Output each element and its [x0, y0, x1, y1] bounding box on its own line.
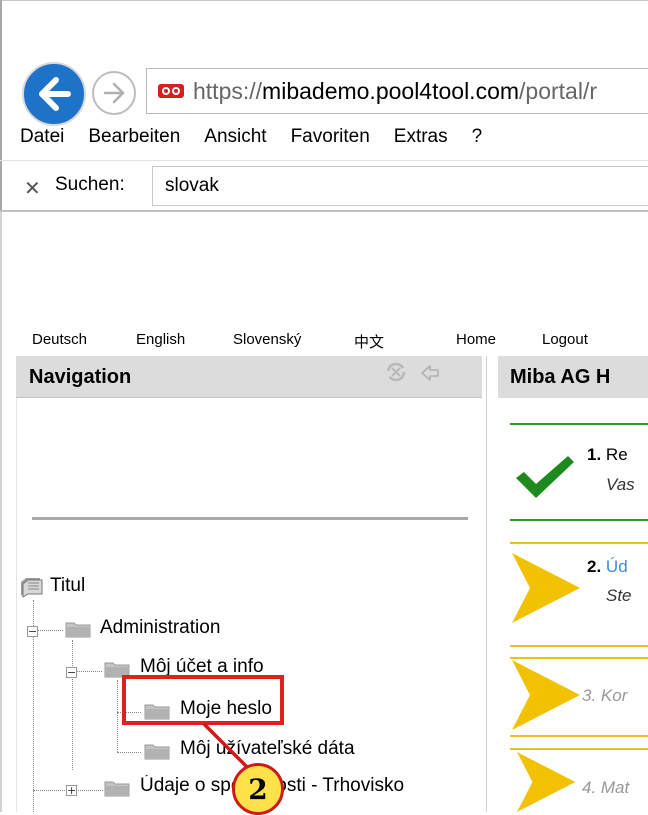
find-label: Suchen: — [55, 174, 125, 195]
collapse-arrow-icon[interactable] — [421, 365, 439, 381]
folder-icon — [144, 744, 170, 760]
navigation-search-area — [17, 410, 482, 520]
page-left-edge — [0, 212, 2, 812]
collapse-toggle-account[interactable]: − — [66, 667, 77, 678]
home-link[interactable]: Home — [456, 331, 496, 348]
menu-help[interactable]: ? — [472, 126, 483, 156]
url-host: mibademo.pool4tool.com — [262, 77, 520, 104]
certificate-error-icon — [158, 84, 184, 98]
collapse-toggle-administration[interactable]: − — [27, 626, 38, 637]
menu-favoriten[interactable]: Favoriten — [291, 126, 370, 156]
step-separator — [510, 519, 648, 521]
close-find-icon[interactable]: ✕ — [24, 176, 41, 201]
step-2-label[interactable]: Úd — [606, 557, 628, 576]
panel-divider — [486, 356, 487, 812]
logout-link[interactable]: Logout — [542, 331, 588, 348]
tree-connector — [117, 752, 141, 753]
find-input[interactable]: slovak — [152, 166, 648, 206]
folder-icon — [104, 781, 130, 797]
arrow-step-icon — [512, 660, 580, 730]
navigation-separator — [32, 517, 468, 520]
arrow-left-icon — [39, 77, 71, 111]
step-2-number: 2. — [587, 557, 602, 576]
step-separator — [510, 657, 648, 659]
arrow-step-icon — [512, 553, 580, 623]
step-4-label[interactable]: 4. Mat — [582, 778, 629, 798]
back-button[interactable] — [22, 62, 86, 126]
window-top-edge — [0, 0, 648, 1]
url-scheme: https:// — [193, 77, 263, 104]
lang-chinese-link[interactable]: 中文 — [354, 331, 384, 352]
tree-connector — [117, 680, 118, 752]
tree-item-administration[interactable]: Administration — [100, 617, 220, 639]
step-separator — [510, 735, 648, 737]
menu-datei[interactable]: Datei — [20, 126, 64, 156]
menu-ansicht[interactable]: Ansicht — [204, 126, 266, 156]
expand-toggle-company[interactable]: + — [66, 785, 77, 796]
step-1-subtitle: Vas — [606, 475, 635, 494]
step-3-label[interactable]: 3. Kor — [582, 686, 627, 706]
lang-slovensky-link[interactable]: Slovenský — [233, 331, 301, 348]
lang-english-link[interactable]: English — [136, 331, 185, 348]
open-book-folder-icon — [21, 578, 43, 598]
navigation-header-icons — [384, 360, 444, 391]
navigation-title: Navigation — [29, 366, 132, 388]
url-path: /portal/r — [519, 77, 598, 104]
tree-connector — [72, 640, 73, 770]
menu-bar: Datei Bearbeiten Ansicht Favoriten Extra… — [20, 126, 506, 156]
window-left-edge — [0, 0, 2, 212]
chrome-bottom-border — [0, 210, 648, 212]
step-1-label[interactable]: Re — [606, 445, 628, 464]
forward-button[interactable] — [92, 71, 136, 115]
step-separator — [510, 423, 648, 425]
menu-bearbeiten[interactable]: Bearbeiten — [88, 126, 180, 156]
content-title: Miba AG H — [510, 366, 611, 388]
arrow-step-icon — [517, 752, 576, 812]
address-bar[interactable]: https://mibademo.pool4tool.com/portal/r — [146, 68, 648, 114]
step-1-number: 1. — [587, 445, 602, 464]
folder-icon — [65, 622, 91, 638]
tree-item-root[interactable]: Titul — [50, 575, 85, 597]
menu-separator — [0, 160, 648, 161]
step-2-subtitle: Ste — [606, 586, 632, 605]
step-separator — [510, 748, 648, 750]
refresh-icon[interactable] — [386, 362, 406, 382]
checkmark-icon — [516, 456, 574, 498]
highlight-box — [122, 675, 284, 725]
step-separator — [510, 645, 648, 647]
tree-item-company[interactable]: Údaje o spoločnosti - Trhovisko — [140, 775, 484, 797]
step-separator — [510, 542, 648, 544]
menu-extras[interactable]: Extras — [394, 126, 448, 156]
callout-badge: 2 — [232, 763, 284, 815]
arrow-right-icon — [103, 82, 125, 104]
lang-deutsch-link[interactable]: Deutsch — [32, 331, 87, 348]
